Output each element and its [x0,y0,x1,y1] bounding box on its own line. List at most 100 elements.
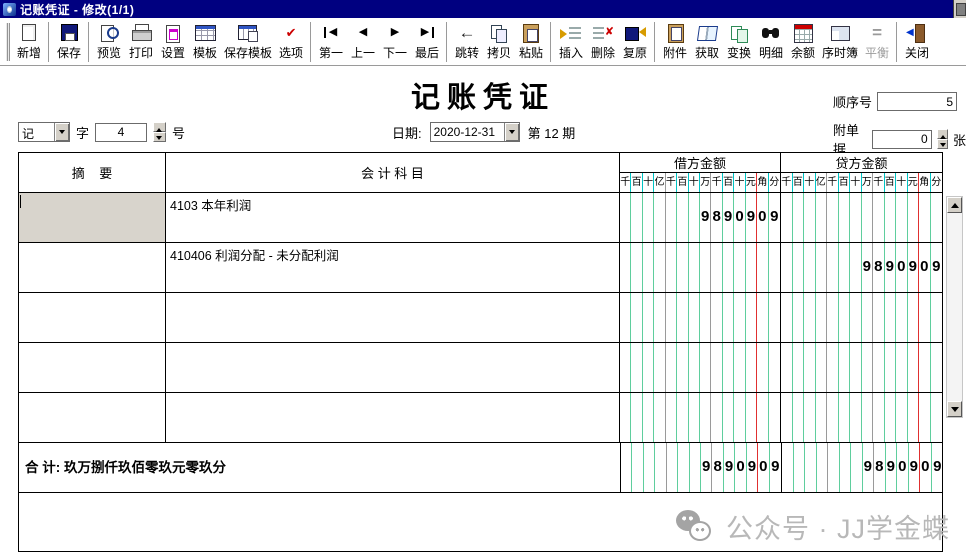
digit-cell [757,393,768,442]
stepper-up-icon[interactable] [153,122,166,132]
summary-cell[interactable] [19,343,166,392]
credit-amount-cell[interactable] [781,393,942,442]
voucher-word-dropdown[interactable]: 记 [18,122,70,142]
toolbar-button-attach[interactable]: 附件 [659,21,691,63]
summary-cell[interactable] [19,393,166,442]
toolbar-button-template[interactable]: 模板 [189,21,221,63]
debit-amount-cell[interactable] [620,293,781,342]
attached-docs-unit: 张 [953,130,966,149]
window-control-partial[interactable] [953,0,966,18]
credit-amount-cell[interactable] [781,343,942,392]
summary-cell[interactable] [19,243,166,292]
toolbar-button-label: 粘贴 [519,44,543,61]
toolbar-button-first[interactable]: ◀第一 [315,21,347,63]
account-cell[interactable] [166,393,620,442]
digit-col-label: 亿 [816,173,828,192]
toolbar-button-copy[interactable]: 拷贝 [483,21,515,63]
toolbar-button-label: 平衡 [865,44,889,61]
stepper-down-icon[interactable] [153,132,166,142]
toolbar-button-trans[interactable]: 变换 [723,21,755,63]
vertical-scrollbar[interactable] [946,196,963,418]
stepper-up-icon[interactable] [937,129,948,139]
toolbar-button-new[interactable]: 新增 [13,21,45,63]
digit-cell [793,343,805,392]
debit-amount-cell[interactable] [620,393,781,442]
dropdown-arrow-icon[interactable] [54,123,69,141]
toolbar-button-get[interactable]: 获取 [691,21,723,63]
account-cell[interactable] [166,293,620,342]
text-caret [20,195,21,208]
total-credit-cell[interactable]: 9890909 [782,443,943,492]
scroll-up-icon[interactable] [947,197,962,213]
toolbar-grip[interactable] [6,23,10,61]
toolbar-button-paste[interactable]: 粘贴 [515,21,547,63]
credit-amount-cell[interactable]: 9890909 [781,243,942,292]
attached-docs-stepper[interactable] [937,129,948,149]
digit-cell [908,343,920,392]
debit-amount-cell[interactable] [620,343,781,392]
summary-header: 摘 要 [19,153,166,192]
toolbar-button-savetpl[interactable]: 保存模板 [221,21,275,63]
toolbar-button-del[interactable]: ✘删除 [587,21,619,63]
digit-col-label: 百 [631,173,642,192]
digit-cell [850,243,862,292]
toolbar-button-equal[interactable]: =平衡 [861,21,893,63]
insert-icon [559,23,583,43]
digit-cell [827,193,839,242]
toolbar-button-journal[interactable]: 序时簿 [819,21,861,63]
digit-cell: 0 [897,443,909,492]
voucher-number-stepper[interactable] [153,122,166,142]
scroll-down-icon[interactable] [947,401,962,417]
toolbar-button-save[interactable]: 保存 [53,21,85,63]
toolbar-button-prev[interactable]: ◀上一 [347,21,379,63]
toolbar-button-restore[interactable]: 复原 [619,21,651,63]
toolbar-button-balance[interactable]: 余额 [787,21,819,63]
toolbar-button-options[interactable]: ✔选项 [275,21,307,63]
digit-col-label: 角 [757,173,768,192]
digit-cell [734,393,745,442]
attached-docs-input[interactable] [872,130,932,149]
stepper-down-icon[interactable] [937,139,948,149]
digit-cell [931,193,943,242]
digit-cell [781,193,793,242]
total-debit-cell[interactable]: 9890909 [621,443,782,492]
toolbar-button-print[interactable]: 打印 [125,21,157,63]
debit-amount-cell[interactable]: 9890909 [620,193,781,242]
toolbar-button-label: 明细 [759,44,783,61]
toolbar-separator [88,22,90,62]
account-cell[interactable]: 410406 利润分配 - 未分配利润 [166,243,620,292]
digit-cell [873,293,885,342]
digit-cell: 9 [909,443,921,492]
toolbar-button-detail[interactable]: 明细 [755,21,787,63]
digit-cell [931,343,943,392]
digit-cell: 9 [885,243,897,292]
digit-col-label: 万 [862,173,874,192]
date-dropdown[interactable]: 2020-12-31 [430,122,520,142]
digit-col-label: 千 [827,173,839,192]
summary-cell[interactable] [19,193,166,242]
toolbar-button-label: 上一 [351,44,375,61]
digit-cell [620,393,631,442]
toolbar-button-jump[interactable]: ←跳转 [451,21,483,63]
credit-amount-cell[interactable] [781,193,942,242]
serial-number-input[interactable] [877,92,957,111]
table-row [19,343,942,393]
debit-amount-cell[interactable] [620,243,781,292]
digit-col-label: 千 [666,173,677,192]
toolbar-button-close[interactable]: ◀关闭 [901,21,933,63]
toolbar-button-last[interactable]: ▶最后 [411,21,443,63]
date-value: 2020-12-31 [431,123,504,141]
digit-cell [816,393,828,442]
toolbar-button-preview[interactable]: 预览 [93,21,125,63]
voucher-number-input[interactable] [95,123,147,142]
toolbar-button-insert[interactable]: 插入 [555,21,587,63]
credit-amount-cell[interactable] [781,293,942,342]
account-cell[interactable]: 4103 本年利润 [166,193,620,242]
digit-cell: 8 [712,443,723,492]
account-cell[interactable] [166,343,620,392]
toolbar-button-next[interactable]: ▶下一 [379,21,411,63]
summary-cell[interactable] [19,293,166,342]
digit-cell [643,243,654,292]
toolbar-button-setup[interactable]: 设置 [157,21,189,63]
dropdown-arrow-icon[interactable] [504,123,519,141]
